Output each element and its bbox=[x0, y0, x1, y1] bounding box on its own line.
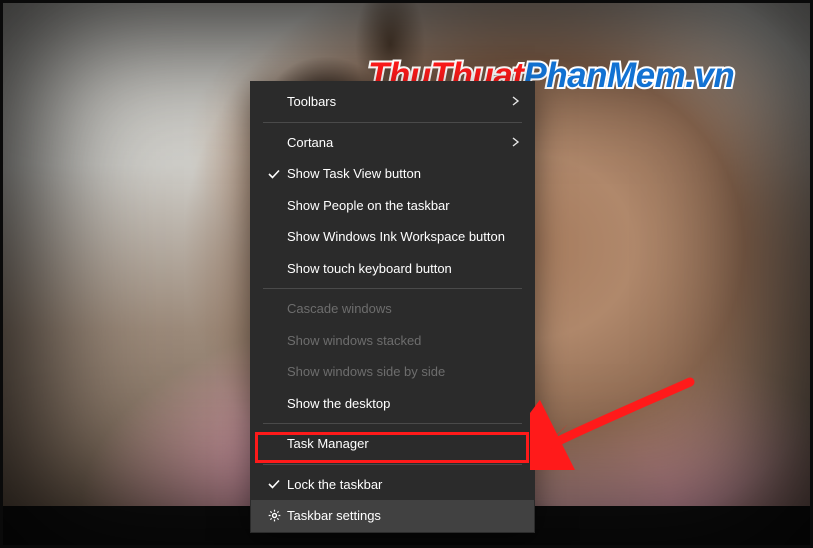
separator bbox=[263, 122, 522, 123]
menu-item-show-task-view[interactable]: Show Task View button bbox=[251, 158, 534, 190]
separator bbox=[263, 288, 522, 289]
menu-item-show-touch-keyboard[interactable]: Show touch keyboard button bbox=[251, 253, 534, 285]
watermark-part3: .vn bbox=[685, 56, 734, 95]
menu-label: Taskbar settings bbox=[287, 508, 520, 523]
menu-item-show-people[interactable]: Show People on the taskbar bbox=[251, 190, 534, 222]
menu-item-taskbar-settings[interactable]: Taskbar settings bbox=[251, 500, 534, 532]
menu-item-windows-stacked: Show windows stacked bbox=[251, 325, 534, 357]
menu-item-task-manager[interactable]: Task Manager bbox=[251, 428, 534, 460]
chevron-right-icon bbox=[506, 135, 520, 150]
watermark-part2: PhanMem bbox=[523, 56, 685, 95]
menu-item-cortana[interactable]: Cortana bbox=[251, 127, 534, 159]
menu-label: Show People on the taskbar bbox=[287, 198, 520, 213]
separator bbox=[263, 423, 522, 424]
separator bbox=[263, 464, 522, 465]
gear-icon bbox=[261, 508, 287, 523]
menu-label: Task Manager bbox=[287, 436, 520, 451]
taskbar-context-menu: Toolbars Cortana Show Task View button S… bbox=[250, 81, 535, 533]
menu-label: Show touch keyboard button bbox=[287, 261, 520, 276]
menu-label: Cascade windows bbox=[287, 301, 520, 316]
menu-label: Show windows stacked bbox=[287, 333, 520, 348]
menu-label: Show the desktop bbox=[287, 396, 520, 411]
menu-label: Show Task View button bbox=[287, 166, 520, 181]
menu-label: Show Windows Ink Workspace button bbox=[287, 229, 520, 244]
menu-label: Toolbars bbox=[287, 94, 506, 109]
menu-item-show-desktop[interactable]: Show the desktop bbox=[251, 388, 534, 420]
check-icon bbox=[261, 167, 287, 181]
menu-item-toolbars[interactable]: Toolbars bbox=[251, 86, 534, 118]
menu-item-windows-side-by-side: Show windows side by side bbox=[251, 356, 534, 388]
check-icon bbox=[261, 477, 287, 491]
chevron-right-icon bbox=[506, 94, 520, 109]
menu-item-lock-taskbar[interactable]: Lock the taskbar bbox=[251, 469, 534, 501]
menu-label: Lock the taskbar bbox=[287, 477, 520, 492]
menu-item-show-ink-workspace[interactable]: Show Windows Ink Workspace button bbox=[251, 221, 534, 253]
menu-label: Cortana bbox=[287, 135, 506, 150]
menu-item-cascade-windows: Cascade windows bbox=[251, 293, 534, 325]
menu-label: Show windows side by side bbox=[287, 364, 520, 379]
